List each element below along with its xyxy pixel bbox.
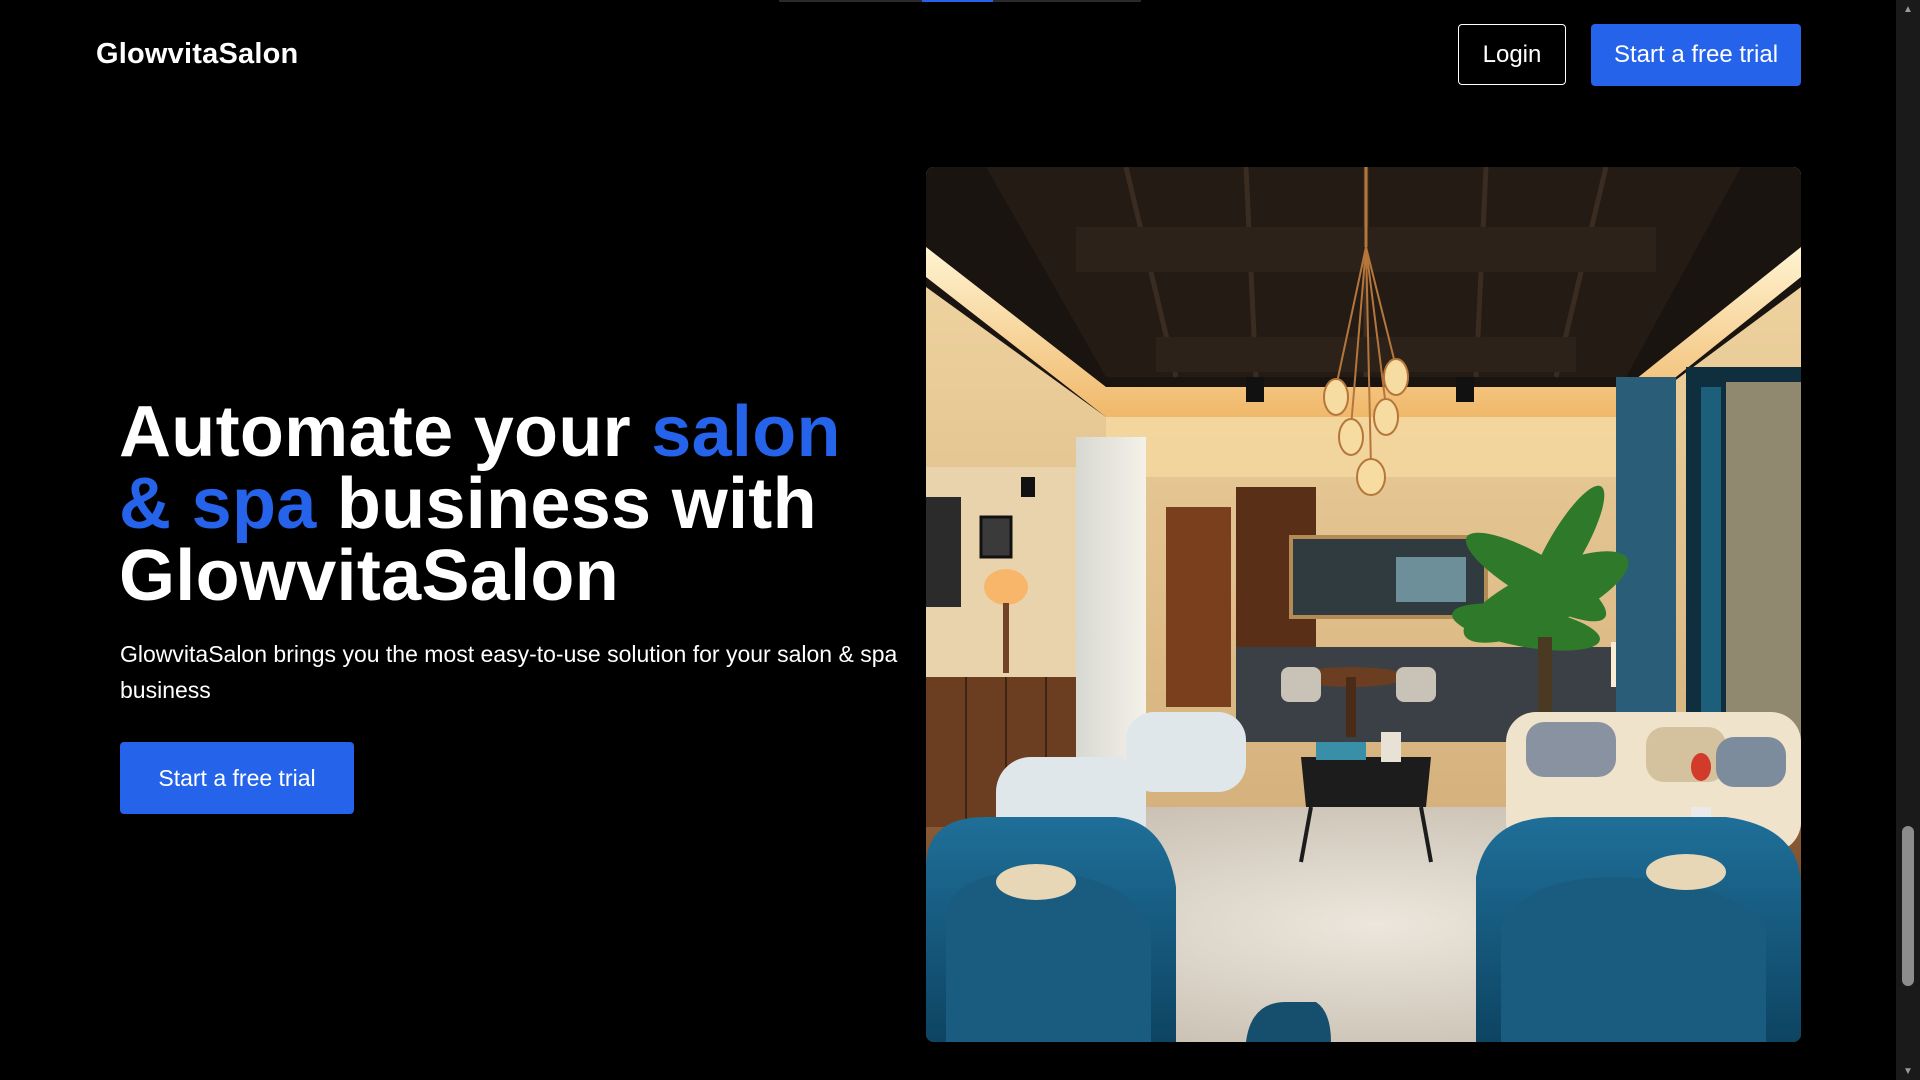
- page-scrollbar[interactable]: ▲ ▼: [1896, 0, 1920, 1080]
- scroll-up-arrow-icon[interactable]: ▲: [1896, 0, 1920, 18]
- scrollbar-thumb[interactable]: [1902, 826, 1914, 986]
- scroll-down-arrow-icon[interactable]: ▼: [1896, 1062, 1920, 1080]
- hero-title: Automate your salon & spa business with …: [119, 396, 879, 612]
- login-button[interactable]: Login: [1458, 24, 1566, 85]
- header-start-trial-button[interactable]: Start a free trial: [1591, 24, 1801, 86]
- page: GlowvitaSalon Login Start a free trial A…: [0, 0, 1920, 1080]
- hero-salon-image: [926, 167, 1801, 1042]
- hero-title-part1: Automate your: [119, 392, 652, 472]
- brand-logo[interactable]: GlowvitaSalon: [96, 38, 298, 71]
- hero-subtitle: GlowvitaSalon brings you the most easy-t…: [120, 641, 898, 703]
- hero-start-trial-button[interactable]: Start a free trial: [120, 742, 354, 814]
- top-progress-fill: [922, 0, 993, 2]
- salon-lounge-illustration: [926, 167, 1801, 1042]
- top-progress-bar: [779, 0, 1141, 2]
